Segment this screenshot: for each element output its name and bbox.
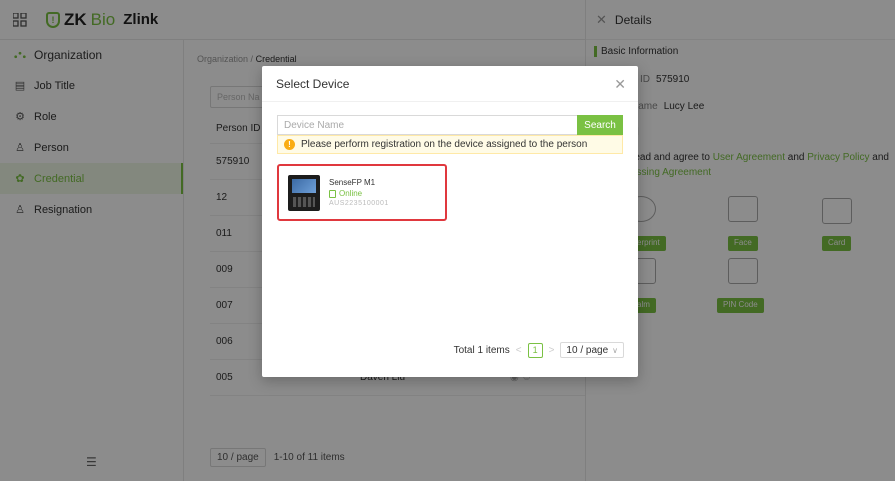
device-status-label: Online (339, 189, 363, 198)
search-button[interactable]: Search (577, 115, 623, 135)
device-search-bar: Search (277, 115, 623, 135)
select-device-modal: Select Device ✕ Search ! Please perform … (262, 66, 638, 377)
notice-text: Please perform registration on the devic… (301, 139, 588, 150)
modal-title: Select Device (276, 76, 350, 91)
chevron-down-icon: ∨ (612, 345, 618, 355)
registration-notice: ! Please perform registration on the dev… (277, 135, 623, 154)
page-1-button[interactable]: 1 (527, 342, 543, 358)
next-page-button[interactable]: > (549, 345, 555, 356)
device-image (288, 174, 320, 211)
total-items: Total 1 items (453, 344, 510, 356)
prev-page-button[interactable]: < (516, 345, 522, 356)
close-icon[interactable]: ✕ (614, 77, 626, 91)
modal-header: Select Device ✕ (262, 66, 638, 102)
page-size-value: 10 / page (566, 344, 609, 356)
device-serial: AUS2235100001 (329, 200, 389, 207)
device-name: SenseFP M1 (329, 178, 376, 187)
warning-icon: ! (284, 139, 295, 150)
device-name-input[interactable] (277, 115, 577, 135)
device-status: Online (329, 189, 389, 198)
page-size-select[interactable]: 10 / page ∨ (560, 342, 624, 358)
modal-pagination: Total 1 items < 1 > 10 / page ∨ (454, 342, 624, 358)
device-info: SenseFP M1 Online AUS2235100001 (329, 178, 389, 207)
online-icon (329, 189, 336, 198)
device-card[interactable]: SenseFP M1 Online AUS2235100001 (277, 164, 447, 221)
